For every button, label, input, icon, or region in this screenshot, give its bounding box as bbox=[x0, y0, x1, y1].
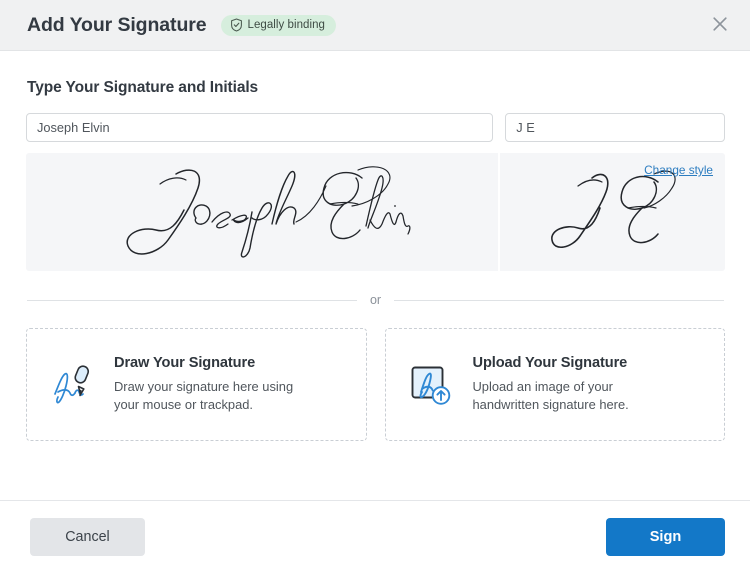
divider-line-left bbox=[27, 299, 357, 301]
upload-card-text: Upload Your Signature Upload an image of… bbox=[473, 355, 678, 415]
initials-script-render bbox=[550, 170, 676, 248]
signature-preview-panel: Change style bbox=[26, 153, 725, 271]
sign-button[interactable]: Sign bbox=[606, 518, 725, 556]
pen-draw-icon bbox=[49, 362, 95, 408]
draw-signature-card[interactable]: Draw Your Signature Draw your signature … bbox=[26, 328, 367, 441]
dialog-header: Add Your Signature Legally binding bbox=[0, 0, 750, 51]
change-style-link[interactable]: Change style bbox=[644, 163, 713, 177]
dialog-body: Type Your Signature and Initials Joseph … bbox=[0, 51, 750, 500]
initials-input[interactable] bbox=[505, 113, 725, 142]
upload-signature-card[interactable]: Upload Your Signature Upload an image of… bbox=[384, 328, 725, 441]
draw-card-text: Draw Your Signature Draw your signature … bbox=[114, 355, 319, 415]
upload-card-title: Upload Your Signature bbox=[472, 354, 628, 371]
page-title: Add Your Signature bbox=[27, 13, 207, 36]
cancel-button[interactable]: Cancel bbox=[30, 518, 145, 556]
signature-name-input[interactable] bbox=[26, 113, 494, 142]
upload-card-description: Upload an image of your handwritten sign… bbox=[472, 378, 629, 412]
inputs-row bbox=[26, 113, 725, 142]
or-divider: or bbox=[26, 293, 725, 307]
signature-script-render bbox=[126, 166, 411, 258]
signature-preview[interactable] bbox=[26, 153, 498, 271]
divider-line-right bbox=[394, 299, 724, 301]
upload-image-icon bbox=[408, 362, 454, 408]
dialog-footer: Cancel Sign bbox=[0, 500, 750, 573]
divider-label: or bbox=[369, 293, 382, 307]
close-button[interactable] bbox=[707, 12, 733, 38]
signature-options: Draw Your Signature Draw your signature … bbox=[26, 328, 725, 441]
initials-preview[interactable]: Change style bbox=[500, 153, 725, 271]
draw-card-description: Draw your signature here using your mous… bbox=[114, 378, 294, 412]
status-badge-label: Legally binding bbox=[247, 19, 325, 31]
section-title: Type Your Signature and Initials bbox=[27, 79, 259, 96]
draw-card-title: Draw Your Signature bbox=[114, 354, 256, 371]
shield-check-icon bbox=[230, 18, 243, 32]
status-badge: Legally binding bbox=[220, 14, 336, 36]
add-signature-dialog: Add Your Signature Legally binding Type … bbox=[0, 0, 750, 573]
close-icon bbox=[712, 16, 728, 35]
